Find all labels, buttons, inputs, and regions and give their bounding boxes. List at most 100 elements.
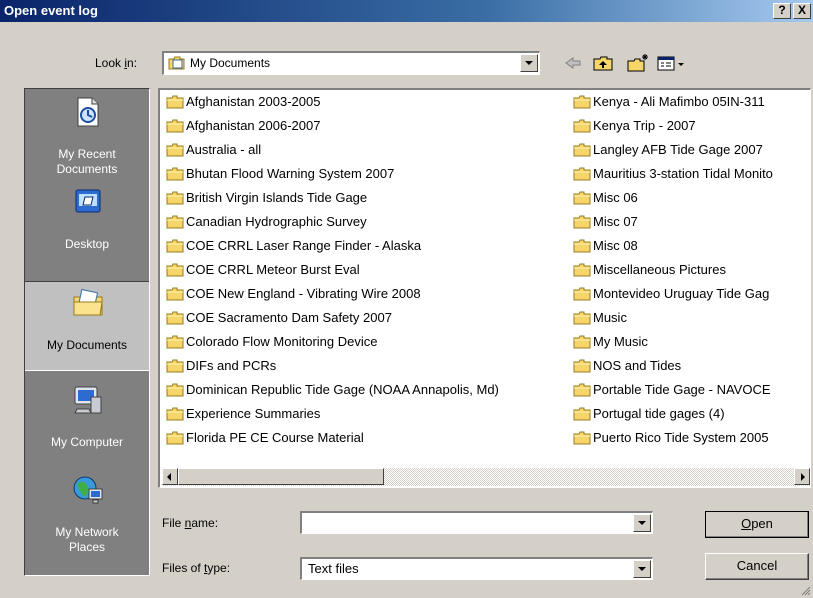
folder-icon: [166, 431, 184, 445]
back-arrow-icon[interactable]: [563, 52, 583, 74]
folder-name: DIFs and PCRs: [186, 358, 277, 373]
close-button[interactable]: X: [793, 3, 811, 19]
place-label: My Recent: [58, 147, 116, 161]
folder-name: Canadian Hydrographic Survey: [186, 214, 367, 229]
horizontal-scrollbar[interactable]: [162, 468, 810, 486]
title-bar[interactable]: Open event log ? X: [0, 0, 813, 22]
folder-icon: [573, 143, 591, 157]
folder-name: Bhutan Flood Warning System 2007: [186, 166, 395, 181]
folder-icon: [573, 287, 591, 301]
folder-icon: [166, 239, 184, 253]
new-folder-icon[interactable]: [626, 52, 650, 74]
desktop-icon: [75, 189, 101, 213]
files-of-type-value: Text files: [308, 561, 359, 576]
network-places-icon: [73, 476, 103, 504]
folder-icon: [166, 143, 184, 157]
folder-icon: [166, 359, 184, 373]
place-label: Documents: [56, 162, 118, 176]
scroll-left-arrow[interactable]: [162, 468, 178, 485]
folder-icon: [573, 95, 591, 109]
folder-name: Puerto Rico Tide System 2005: [593, 430, 769, 445]
place-label: Desktop: [64, 237, 110, 251]
folder-icon: [573, 431, 591, 445]
dialog-title: Open event log: [4, 3, 98, 18]
my-documents-folder-icon: [168, 56, 185, 70]
folder-icon: [573, 359, 591, 373]
folder-name: COE Sacramento Dam Safety 2007: [186, 310, 392, 325]
folder-name: Miscellaneous Pictures: [593, 262, 726, 277]
folder-name: Dominican Republic Tide Gage (NOAA Annap…: [186, 382, 499, 397]
folder-name: COE New England - Vibrating Wire 2008: [186, 286, 421, 301]
folder-icon: [166, 215, 184, 229]
file-name-dropdown-arrow[interactable]: [633, 514, 651, 532]
place-label: Places: [68, 540, 106, 554]
folder-icon: [166, 311, 184, 325]
folder-icon: [573, 407, 591, 421]
folder-name: Kenya Trip - 2007: [593, 118, 696, 133]
file-name-input[interactable]: [304, 514, 630, 532]
views-menu-icon[interactable]: [656, 52, 690, 74]
folder-icon: [573, 167, 591, 181]
folder-name: Colorado Flow Monitoring Device: [186, 334, 378, 349]
folder-name: Portable Tide Gage - NAVOCE: [593, 382, 771, 397]
resize-grip-icon[interactable]: [799, 584, 811, 596]
look-in-dropdown-arrow[interactable]: [520, 54, 538, 72]
folder-name: Misc 08: [593, 238, 638, 253]
up-one-level-icon[interactable]: [592, 52, 614, 74]
folder-icon: [166, 119, 184, 133]
folder-icon: [573, 239, 591, 253]
folder-name: Langley AFB Tide Gage 2007: [593, 142, 763, 157]
folder-name: Florida PE CE Course Material: [186, 430, 364, 445]
place-my-computer[interactable]: My Computer: [25, 379, 149, 469]
open-button[interactable]: Open: [705, 511, 809, 538]
look-in-dropdown[interactable]: My Documents: [162, 51, 540, 75]
open-event-log-dialog: Open event log ? X Look in: My Documents: [0, 0, 813, 598]
place-my-documents[interactable]: My Documents: [25, 281, 149, 371]
files-of-type-dropdown-arrow[interactable]: [633, 560, 651, 578]
folder-icon: [166, 287, 184, 301]
folder-icon: [166, 191, 184, 205]
files-of-type-select[interactable]: Text files: [300, 557, 653, 580]
place-label: My Network: [55, 525, 119, 539]
folder-name: Portugal tide gages (4): [593, 406, 725, 421]
folder-name: Montevideo Uruguay Tide Gag: [593, 286, 770, 301]
folder-icon: [573, 335, 591, 349]
my-documents-icon: [73, 288, 103, 316]
place-desktop[interactable]: Desktop: [25, 181, 149, 271]
folder-name: NOS and Tides: [593, 358, 682, 373]
folder-icon: [166, 383, 184, 397]
folder-icon: [573, 215, 591, 229]
place-label: My Documents: [46, 338, 128, 352]
folder-name: British Virgin Islands Tide Gage: [186, 190, 368, 205]
folder-name: Misc 06: [593, 190, 638, 205]
scroll-right-arrow[interactable]: [794, 468, 810, 485]
folder-name: My Music: [593, 334, 648, 349]
help-button[interactable]: ?: [773, 3, 791, 19]
file-list[interactable]: Afghanistan 2003-2005 Afghanistan 2006-20…: [158, 88, 811, 488]
my-computer-icon: [74, 386, 102, 414]
look-in-label: Look in:: [95, 56, 138, 70]
folder-name: Music: [593, 310, 627, 325]
folder-icon: [166, 335, 184, 349]
scrollbar-thumb[interactable]: [178, 468, 384, 485]
folder-name: Afghanistan 2006-2007: [186, 118, 321, 133]
folder-icon: [573, 191, 591, 205]
folder-name: COE CRRL Laser Range Finder - Alaska: [186, 238, 422, 253]
folder-name: Afghanistan 2003-2005: [186, 94, 321, 109]
folder-name: Australia - all: [186, 142, 262, 157]
place-my-network-places[interactable]: My Network Places: [25, 469, 149, 559]
recent-documents-icon: [77, 97, 99, 127]
places-bar: My Recent Documents Desktop My Documents: [24, 88, 150, 576]
place-label: My Computer: [50, 435, 124, 449]
folder-icon: [573, 263, 591, 277]
place-my-recent-documents[interactable]: My Recent Documents: [25, 91, 149, 181]
files-of-type-label: Files of type:: [162, 561, 231, 575]
file-name-label: File name:: [162, 516, 219, 530]
folder-name: COE CRRL Meteor Burst Eval: [186, 262, 360, 277]
file-name-combo[interactable]: [300, 511, 653, 534]
cancel-button[interactable]: Cancel: [705, 553, 809, 580]
folder-icon: [166, 407, 184, 421]
folder-icon: [573, 383, 591, 397]
folder-icon: [166, 263, 184, 277]
folder-name: Mauritius 3-station Tidal Monito: [593, 166, 773, 181]
